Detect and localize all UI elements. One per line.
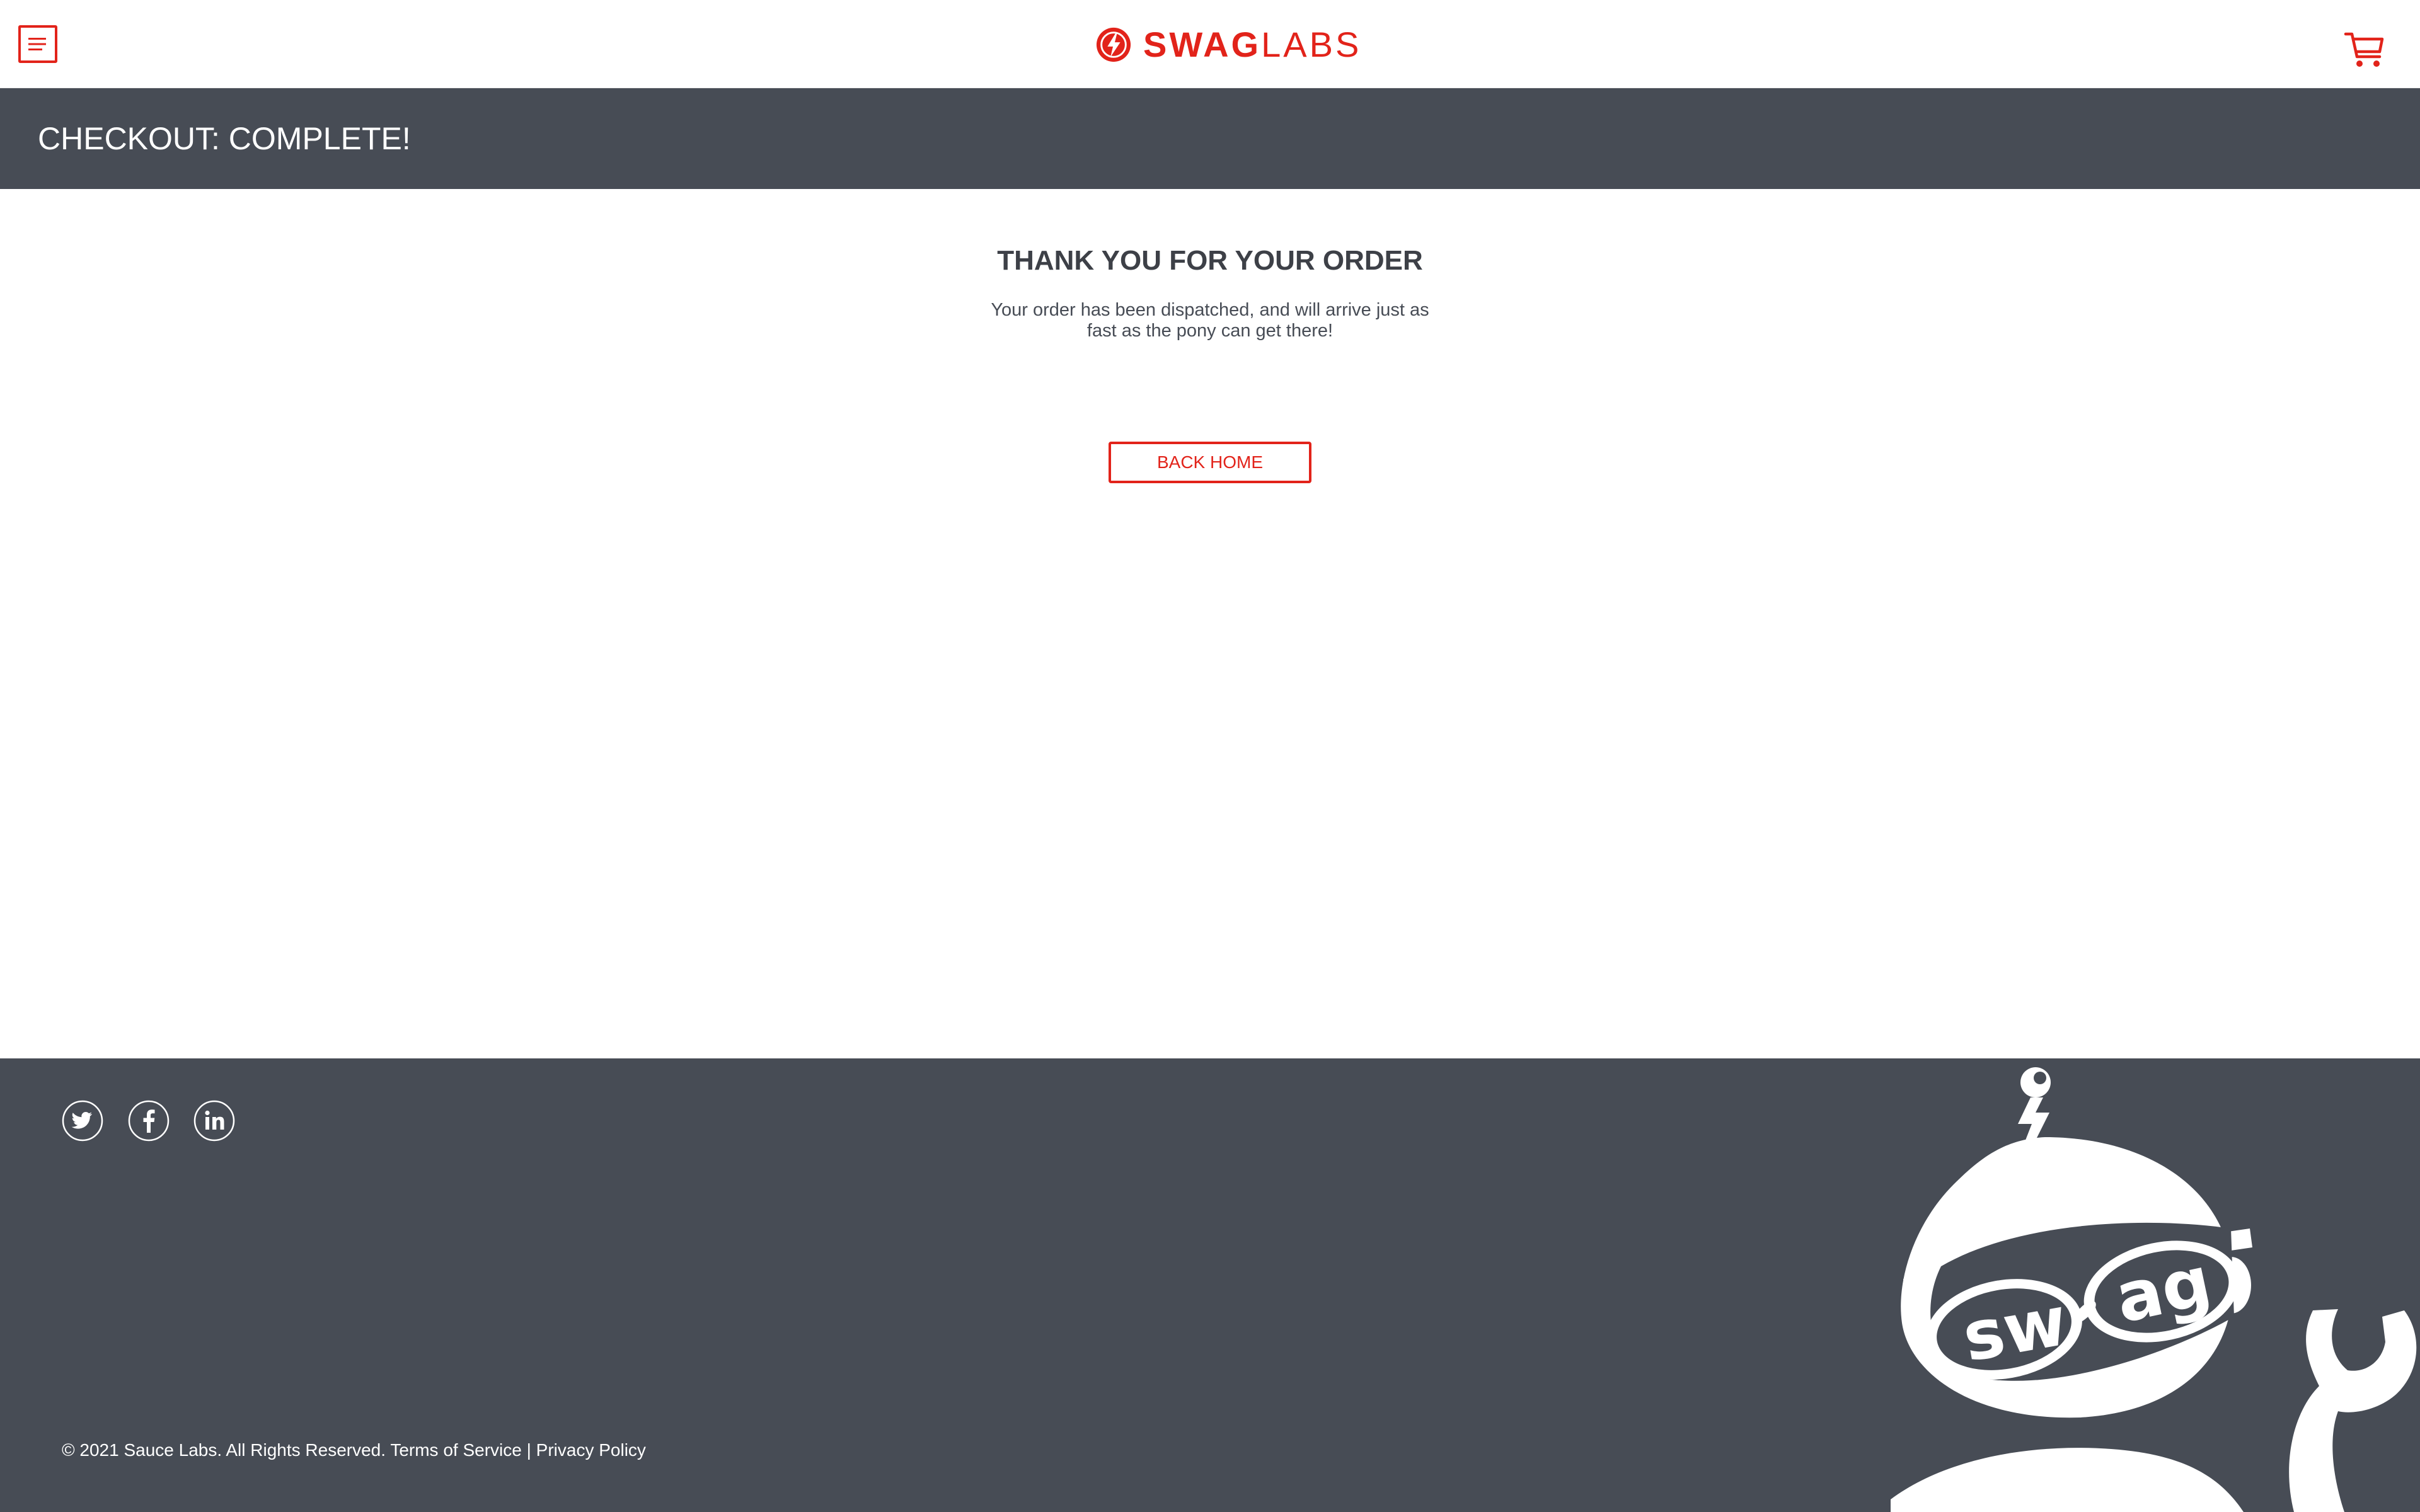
swag-labs-logo: SWAGLABS — [1095, 25, 1361, 64]
page-title: CHECKOUT: COMPLETE! — [38, 121, 411, 156]
logo-bolt-icon — [1096, 27, 1131, 62]
complete-header: THANK YOU FOR YOUR ORDER — [997, 245, 1423, 276]
logo-wordmark: SWAGLABS — [1143, 27, 1361, 62]
copyright-prefix: © 2021 Sauce Labs. All Rights Reserved. — [62, 1440, 386, 1460]
footer: © 2021 Sauce Labs. All Rights Reserved. … — [0, 1058, 2420, 1512]
logo-text-bold: SWAG — [1143, 25, 1262, 64]
back-home-button[interactable]: BACK HOME — [1109, 442, 1311, 483]
twitter-icon[interactable] — [62, 1100, 103, 1142]
terms-of-service-link[interactable]: Terms of Service — [390, 1440, 522, 1460]
complete-text: Your order has been dispatched, and will… — [991, 300, 1429, 341]
copyright-text: © 2021 Sauce Labs. All Rights Reserved. … — [62, 1440, 646, 1460]
top-header: SWAGLABS — [0, 0, 2420, 88]
hamburger-menu-icon — [28, 38, 46, 50]
secondary-header: CHECKOUT: COMPLETE! — [0, 88, 2420, 189]
privacy-policy-link[interactable]: Privacy Policy — [536, 1440, 646, 1460]
linkedin-icon[interactable] — [193, 1100, 235, 1142]
cart-icon — [2344, 32, 2384, 67]
footer-separator: | — [526, 1440, 531, 1460]
facebook-icon[interactable] — [128, 1100, 170, 1142]
menu-button[interactable] — [18, 25, 57, 63]
logo-text-light: LABS — [1261, 25, 1362, 64]
swag-robot-mascot-image: sw ag — [1891, 1067, 2417, 1512]
checkout-complete-container: THANK YOU FOR YOUR ORDER Your order has … — [0, 189, 2420, 1058]
shopping-cart-button[interactable] — [2343, 29, 2387, 71]
